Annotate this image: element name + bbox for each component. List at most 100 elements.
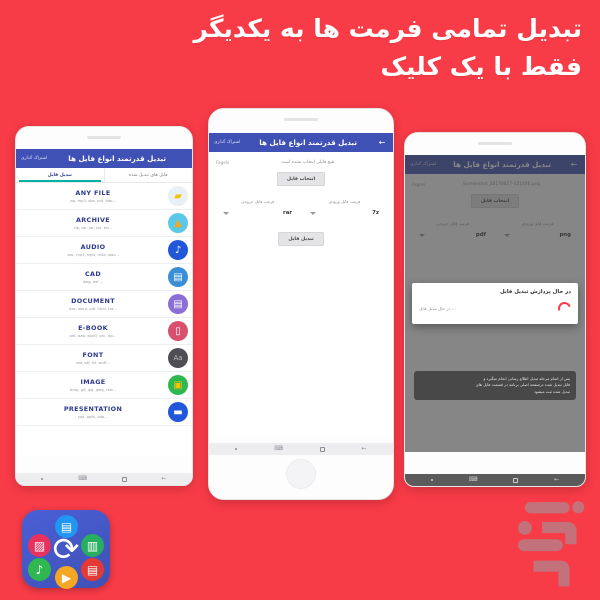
cad-file-icon: ▤ [168, 267, 188, 287]
chevron-down-icon [223, 211, 229, 215]
tab-convert-file[interactable]: تبدیل فایل [16, 168, 105, 182]
phone-center: ← تبدیل قدرتمند انواع فایل ها اشتراک گذا… [208, 108, 394, 500]
phone-right: ← تبدیل قدرتمند انواع فایل ها اشتراک گذا… [404, 132, 586, 487]
form-tag: Fagels [216, 160, 230, 165]
dialog-status-text: ... در حال تبدیل فایل [419, 306, 456, 311]
phone-speaker [478, 142, 512, 145]
dialog-title: در حال پردازش تبدیل فایل [499, 289, 571, 295]
file-type-title: AUDIO [80, 243, 106, 252]
file-type-row[interactable]: ▤ CAD dwg, dxf ... [16, 264, 192, 291]
recents-dot-icon[interactable] [235, 448, 238, 450]
file-type-row[interactable]: ▣ IMAGE bmp, gif, jpg, jpeg, raw... [16, 372, 192, 399]
image-icon: ▣ [168, 375, 188, 395]
headline-line-2: فقط با یک کلیک [380, 52, 582, 81]
file-type-row[interactable]: ▰ ANY FILE zip, mp3, doc, pdf, bdp... [16, 183, 192, 210]
back-arrow-icon[interactable]: ← [554, 477, 559, 483]
headline-line-1: تبدیل تمامی فرمت ها به یکدیگر [193, 14, 582, 43]
output-format-dropdown[interactable]: rar [216, 210, 299, 216]
phone-center-screen: ← تبدیل قدرتمند انواع فایل ها اشتراک گذا… [209, 133, 393, 437]
output-format-value: rar [283, 210, 292, 216]
pdf-mini-icon: ▤ [81, 558, 104, 581]
convert-file-button[interactable]: تبدیل فایل [278, 232, 324, 246]
file-type-text: IMAGE bmp, gif, jpg, jpeg, raw... [20, 378, 168, 392]
file-type-subtitle: dwg, dxf ... [82, 279, 104, 284]
file-type-subtitle: eot, otf, ttf, woff... [76, 360, 110, 365]
tab-bar: فایل های تبدیل شده تبدیل فایل [16, 168, 192, 183]
folder-icon: ▰ [168, 186, 188, 206]
input-format-group: فرمت فایل ورودی 7z [303, 199, 386, 216]
file-type-subtitle: bmp, gif, jpg, jpeg, raw... [70, 387, 116, 392]
file-type-row[interactable]: ▲ ARCHIVE zip, rar, jar, tar, tar... [16, 210, 192, 237]
file-type-text: ANY FILE zip, mp3, doc, pdf, bdp... [20, 189, 168, 203]
recents-dot-icon[interactable] [430, 479, 433, 481]
back-arrow-icon[interactable]: ← [162, 476, 167, 482]
input-format-dropdown[interactable]: 7z [303, 210, 386, 216]
file-type-subtitle: aac, mp3, mp4, m4a, wav... [67, 252, 119, 257]
document-mini-icon: ▤ [55, 515, 78, 538]
file-type-subtitle: zip, rar, jar, tar, tar... [73, 225, 113, 230]
dialog-body: ... در حال تبدیل فایل [419, 299, 574, 318]
file-type-text: DOCUMENT doc, docx, pdf, html, txt... [20, 297, 168, 311]
presentation-icon: ▬ [168, 402, 188, 422]
chevron-down-icon [310, 211, 316, 215]
app-bar-title: تبدیل قدرتمند انواع فایل ها [68, 154, 167, 163]
input-format-value: 7z [372, 210, 379, 216]
file-type-text: AUDIO aac, mp3, mp4, m4a, wav... [20, 243, 168, 257]
file-type-subtitle: pdf, azw, azw3, prc, djv... [69, 333, 117, 338]
android-nav-bar: ⌨ ← [209, 443, 393, 455]
file-type-title: FONT [82, 351, 104, 360]
file-type-row[interactable]: ▬ PRESENTATION ppt, pptx, odp... [16, 399, 192, 426]
app-bar-title: تبدیل قدرتمند انواع فایل ها [259, 138, 358, 147]
share-label[interactable]: اشتراک گذاری [21, 156, 47, 161]
info-toast: پس از اتمام مرحله تبدیل اطلاع رسانی انجا… [414, 370, 576, 400]
keyboard-icon[interactable]: ⌨ [469, 477, 478, 483]
phone-right-screen: ← تبدیل قدرتمند انواع فایل ها اشتراک گذا… [405, 155, 585, 452]
file-type-title: IMAGE [80, 378, 106, 387]
bazaar-watermark [518, 501, 585, 587]
app-bar: تبدیل قدرتمند انواع فایل ها اشتراک گذاری [16, 149, 192, 168]
image-mini-icon: ▨ [28, 534, 51, 557]
android-nav-bar: ⌨ ← [405, 474, 585, 486]
keyboard-icon[interactable]: ⌨ [274, 446, 283, 452]
file-type-text: PRESENTATION ppt, pptx, odp... [20, 405, 168, 419]
video-mini-icon: ▶ [55, 566, 78, 589]
ebook-icon: ▯ [168, 321, 188, 341]
home-square-icon[interactable] [319, 446, 325, 452]
back-arrow-icon[interactable]: ← [362, 446, 367, 452]
phone-speaker [87, 136, 121, 139]
file-type-title: DOCUMENT [71, 297, 115, 306]
home-square-icon[interactable] [513, 477, 519, 483]
book-mini-icon: ▥ [81, 534, 104, 557]
phone-left: تبدیل قدرتمند انواع فایل ها اشتراک گذاری… [15, 126, 193, 486]
file-type-subtitle: doc, docx, pdf, html, txt... [69, 306, 117, 311]
back-arrow-icon[interactable]: ← [376, 138, 388, 147]
share-label[interactable]: اشتراک گذاری [214, 140, 240, 145]
file-type-list[interactable]: ▰ ANY FILE zip, mp3, doc, pdf, bdp... ▲ ARCH… [16, 183, 192, 426]
recents-dot-icon[interactable] [41, 478, 44, 480]
keyboard-icon[interactable]: ⌨ [78, 476, 87, 482]
physical-home-button[interactable] [286, 459, 316, 489]
archive-icon: ▲ [168, 213, 188, 233]
file-type-title: E-BOOK [78, 324, 108, 333]
app-bar: ← تبدیل قدرتمند انواع فایل ها اشتراک گذا… [209, 133, 393, 152]
convert-form: هیچ فایلی انتخاب نشده است Fagels انتخاب … [209, 152, 393, 437]
file-type-title: CAD [85, 270, 101, 279]
file-type-title: PRESENTATION [63, 405, 123, 414]
file-type-row[interactable]: Aa FONT eot, otf, ttf, woff... [16, 345, 192, 372]
file-type-title: ARCHIVE [75, 216, 111, 225]
output-format-label: فرمت فایل خروجی [240, 199, 275, 204]
file-type-row[interactable]: ▤ DOCUMENT doc, docx, pdf, html, txt... [16, 291, 192, 318]
file-type-row[interactable]: ▯ E-BOOK pdf, azw, azw3, prc, djv... [16, 318, 192, 345]
font-aa-icon: Aa [168, 348, 188, 368]
file-type-text: FONT eot, otf, ttf, woff... [20, 351, 168, 365]
document-icon: ▤ [168, 294, 188, 314]
tab-converted-files[interactable]: فایل های تبدیل شده [105, 168, 193, 182]
file-type-row[interactable]: ♪ AUDIO aac, mp3, mp4, m4a, wav... [16, 237, 192, 264]
home-square-icon[interactable] [121, 476, 127, 482]
android-nav-bar: ⌨ ← [16, 473, 192, 485]
select-file-button[interactable]: انتخاب فایل [276, 172, 326, 186]
file-type-subtitle: ppt, pptx, odp... [78, 414, 108, 419]
processing-dialog: در حال پردازش تبدیل فایل ... در حال تبدی… [412, 283, 578, 324]
file-converter-app-icon[interactable]: ⟳ ▨ ▤ ▥ ▤ ▶ ♪ [22, 510, 110, 589]
file-type-subtitle: zip, mp3, doc, pdf, bdp... [69, 198, 117, 203]
